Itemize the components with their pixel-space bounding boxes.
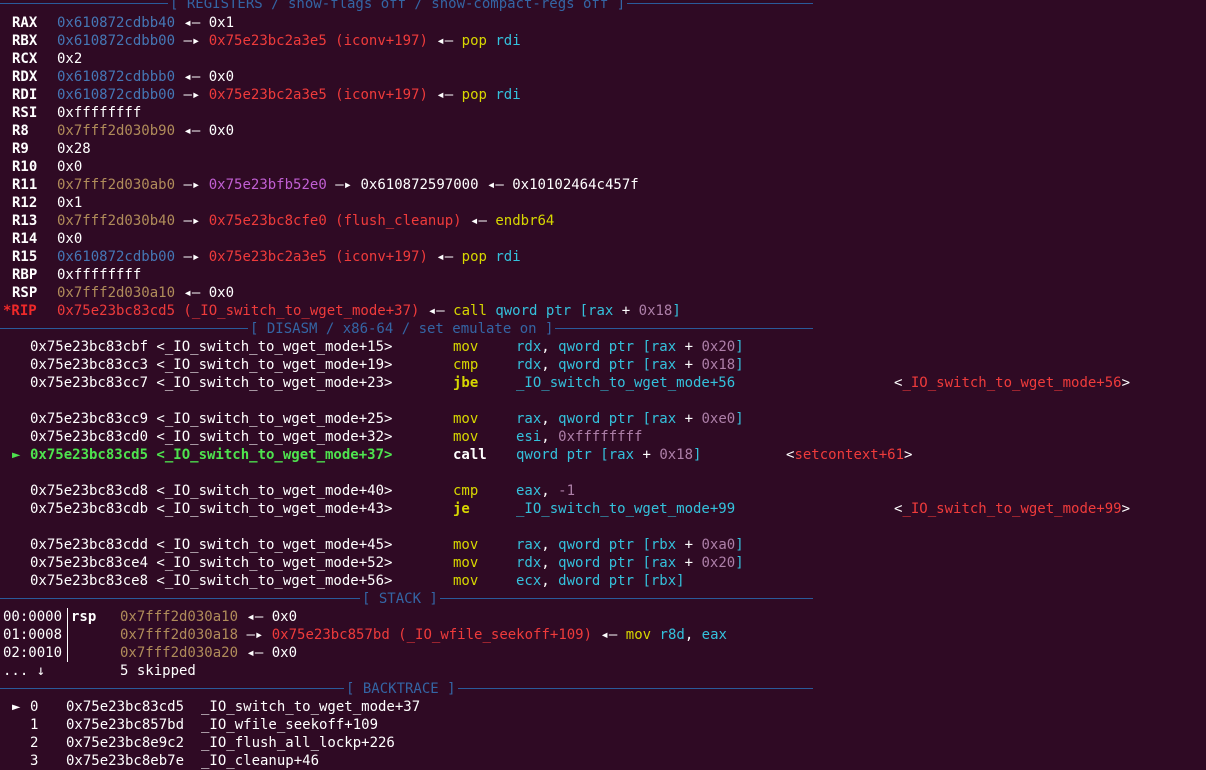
register-rbx: RBX 0x610872cdbb00 —▸ 0x75e23bc2a3e5 (ico… [12, 33, 521, 49]
terminal-window[interactable]: [ REGISTERS / show-flags off / show-comp… [0, 0, 1206, 769]
disasm-line[interactable]: 0x75e23bc83cd8 <_IO_switch_to_wget_mode+… [30, 482, 575, 500]
backtrace-frame[interactable]: ► 0 0x75e23bc83cd5 _IO_switch_to_wget_mode+… [12, 698, 420, 716]
stack-header: [ STACK ] [360, 590, 440, 608]
disasm-separator: [ DISASM / x86-64 / set emulate on ] [0, 320, 813, 338]
register-r11: R11 0x7fff2d030ab0 —▸ 0x75e23bfb52e0 —▸ 0… [12, 177, 639, 193]
register-rip: *RIP 0x75e23bc83cd5 (_IO_switch_to_wget_m… [3, 303, 681, 319]
stack-separator: [ STACK ] [0, 590, 813, 608]
register-rax: RAX 0x610872cdbb40 ◂— 0x1 [12, 15, 235, 31]
register-r13: R13 0x7fff2d030b40 —▸ 0x75e23bc8cfe0 (flu… [12, 213, 555, 229]
register-r12: R12 0x1 [12, 195, 83, 211]
stack-entry[interactable]: 01:0008 0x7fff2d030a18 —▸ 0x75e23bc857bd … [3, 626, 727, 644]
disasm-line[interactable]: 0x75e23bc83cd0 <_IO_switch_to_wget_mode+… [30, 428, 642, 446]
registers-header: [ REGISTERS / show-flags off / show-comp… [168, 0, 628, 13]
disasm-line[interactable]: 0x75e23bc83cdb <_IO_switch_to_wget_mode+… [30, 500, 1130, 518]
register-r10: R10 0x0 [12, 159, 83, 175]
disasm-current-line[interactable]: ► 0x75e23bc83cd5 <_IO_switch_to_wget_mode… [12, 446, 912, 464]
disasm-line[interactable]: 0x75e23bc83cc9 <_IO_switch_to_wget_mode+… [30, 410, 744, 428]
registers-separator: [ REGISTERS / show-flags off / show-comp… [0, 0, 813, 13]
disasm-line[interactable]: 0x75e23bc83cc3 <_IO_switch_to_wget_mode+… [30, 356, 744, 374]
register-rdx: RDX 0x610872cdbbb0 ◂— 0x0 [12, 69, 235, 85]
register-rsi: RSI 0xffffffff [12, 105, 142, 121]
stack-entry[interactable]: 00:0000 rsp 0x7fff2d030a10 ◂— 0x0 [3, 608, 297, 626]
disasm-line[interactable]: 0x75e23bc83cc7 <_IO_switch_to_wget_mode+… [30, 374, 1130, 392]
register-rbp: RBP 0xffffffff [12, 267, 142, 283]
disasm-line[interactable]: 0x75e23bc83ce8 <_IO_switch_to_wget_mode+… [30, 572, 685, 590]
disasm-header: [ DISASM / x86-64 / set emulate on ] [248, 320, 556, 338]
disasm-line[interactable]: 0x75e23bc83cdd <_IO_switch_to_wget_mode+… [30, 536, 744, 554]
disasm-line[interactable]: 0x75e23bc83ce4 <_IO_switch_to_wget_mode+… [30, 554, 744, 572]
register-r8: R8 0x7fff2d030b90 ◂— 0x0 [12, 123, 235, 139]
backtrace-separator: [ BACKTRACE ] [0, 680, 813, 698]
register-r9: R9 0x28 [12, 141, 91, 157]
stack-entry[interactable]: 02:0010 0x7fff2d030a20 ◂— 0x0 [3, 644, 297, 662]
register-r14: R14 0x0 [12, 231, 83, 247]
stack-skipped: ... ↓ 5 skipped [3, 663, 196, 679]
register-rsp: RSP 0x7fff2d030a10 ◂— 0x0 [12, 285, 235, 301]
register-rdi: RDI 0x610872cdbb00 —▸ 0x75e23bc2a3e5 (ico… [12, 87, 521, 103]
current-instruction-marker: ► [12, 447, 21, 463]
disasm-line[interactable]: 0x75e23bc83cbf <_IO_switch_to_wget_mode+… [30, 338, 744, 356]
backtrace-header: [ BACKTRACE ] [344, 680, 458, 698]
register-rcx: RCX 0x2 [12, 51, 83, 67]
register-r15: R15 0x610872cdbb00 —▸ 0x75e23bc2a3e5 (ico… [12, 249, 521, 265]
